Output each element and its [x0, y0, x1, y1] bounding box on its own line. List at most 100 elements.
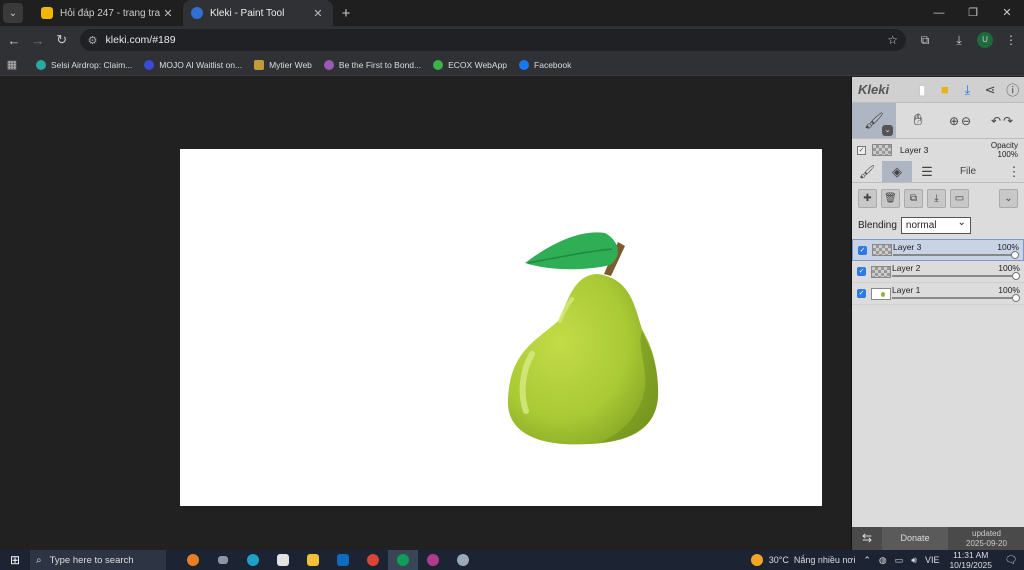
zoom-in-icon[interactable]: ⊕ [949, 114, 961, 128]
profile-avatar[interactable]: U [977, 32, 993, 48]
site-info-icon[interactable]: ⚙ [88, 34, 98, 47]
bookmark-label: MOJO AI Waitlist on... [159, 59, 243, 70]
hand-tool[interactable]: ✋︎ [896, 103, 940, 138]
kleki-logo[interactable]: Kleki [858, 82, 911, 97]
volume-icon[interactable]: 🔊︎ [911, 555, 917, 566]
chevron-down-icon[interactable]: ⌄ [882, 125, 893, 136]
app-chrome-active[interactable] [388, 550, 418, 570]
minimize-icon[interactable]: — [922, 0, 956, 26]
weather-temp[interactable]: 30°C [769, 555, 789, 565]
clock[interactable]: 11:31 AM 10/19/2025 [949, 550, 992, 570]
slider-handle[interactable] [1011, 251, 1019, 259]
download-icon[interactable]: ⤓ [946, 33, 972, 48]
layer-visibility-checkbox[interactable]: ✓ [857, 145, 866, 155]
bookmark-label: ECOX WebApp [448, 59, 508, 70]
new-image-icon[interactable]: ▮ [911, 82, 934, 98]
bookmark-mojo[interactable]: MOJO AI Waitlist on... [144, 59, 243, 70]
blending-label: Blending [858, 219, 897, 231]
reload-icon[interactable]: ↻ [50, 32, 74, 48]
more-options-icon[interactable]: ⋮ [1004, 161, 1024, 182]
halloween-widget[interactable] [178, 550, 208, 570]
bookmark-facebook[interactable]: Facebook [519, 59, 571, 70]
drawing-canvas[interactable] [180, 149, 822, 506]
app-outlook[interactable] [328, 550, 358, 570]
language-indicator[interactable]: VIE [925, 555, 940, 565]
weather-icon[interactable] [750, 554, 763, 566]
layer-visibility-checkbox[interactable]: ✓ [858, 245, 867, 255]
add-layer-icon[interactable]: ✚ [858, 188, 877, 208]
layer-visibility-checkbox[interactable]: ✓ [857, 289, 866, 298]
share-icon[interactable]: ⋖ [979, 82, 1002, 98]
task-view[interactable] [208, 550, 238, 570]
bookmark-mytier[interactable]: Mytier Web [254, 59, 312, 70]
slider-handle[interactable] [1012, 294, 1020, 302]
tab-hoidap[interactable]: Hỏi đáp 247 - trang tra lơi ✕ [33, 0, 183, 26]
layer-row[interactable]: ✓ Layer 3 100% [852, 239, 1024, 261]
app-purple[interactable] [418, 550, 448, 570]
restore-icon[interactable]: ❐ [956, 0, 990, 26]
slider-handle[interactable] [1012, 272, 1020, 280]
new-tab-button[interactable]: + [335, 5, 357, 22]
swap-side-icon[interactable]: ⇆ [852, 527, 882, 550]
donate-button[interactable]: Donate [882, 527, 948, 550]
merge-down-icon[interactable]: ⤓ [927, 188, 946, 208]
redo-icon[interactable]: ↷ [1003, 114, 1015, 128]
chevron-up-icon[interactable]: ⌃ [863, 555, 871, 566]
bookmark-label: Selsi Airdrop: Claim... [51, 59, 133, 70]
app-explorer[interactable] [298, 550, 328, 570]
windows-start-icon[interactable]: ⊞ [0, 553, 30, 567]
taskbar-search[interactable]: ⌕ Type here to search [30, 550, 166, 570]
app-store[interactable] [268, 550, 298, 570]
rename-layer-icon[interactable]: ▭ [950, 188, 969, 208]
brush-tool[interactable]: 🖌︎ ⌄ [852, 103, 896, 138]
layer-row[interactable]: ✓ Layer 1 100% [852, 283, 1024, 305]
chevron-down-icon[interactable]: ⌄ [999, 188, 1018, 208]
address-bar[interactable]: ⚙ kleki.com/#189 ☆ [79, 29, 906, 51]
tab-layers[interactable]: ◈ [882, 161, 912, 182]
help-icon[interactable]: ⓘ [1001, 80, 1024, 99]
forward-icon[interactable]: → [26, 33, 50, 48]
open-folder-icon[interactable]: ■ [933, 82, 956, 97]
save-download-icon[interactable]: ⤓ [956, 82, 979, 98]
undo-icon[interactable]: ↶ [991, 114, 1003, 128]
tab-brush[interactable]: 🖌︎ [852, 161, 882, 182]
apps-grid-icon[interactable]: ▦ [0, 58, 24, 71]
kleki-favicon-icon [191, 7, 203, 19]
app-edge[interactable] [238, 550, 268, 570]
clock-time: 11:31 AM [953, 550, 989, 560]
layer-visibility-checkbox[interactable]: ✓ [857, 267, 866, 276]
duplicate-layer-icon[interactable]: ⧉ [904, 188, 923, 208]
weather-text[interactable]: Nắng nhiều nơi [794, 555, 855, 565]
tab-kleki[interactable]: Kleki - Paint Tool ✕ [183, 0, 333, 26]
battery-icon[interactable]: ▭ [895, 555, 904, 566]
tab-adjust[interactable]: ☰ [912, 161, 942, 182]
layer-name: Layer 1 [892, 285, 921, 295]
browser-menu-icon[interactable]: ⋮ [998, 33, 1024, 47]
bookmark-bond[interactable]: Be the First to Bond... [323, 59, 421, 70]
bookmark-selsi[interactable]: Selsi Airdrop: Claim... [36, 59, 133, 70]
app-chrome[interactable] [358, 550, 388, 570]
tab-file[interactable]: File [942, 161, 994, 182]
blending-select[interactable]: normal [900, 215, 971, 234]
updated-label: updated [972, 529, 1001, 538]
layer-opacity-slider[interactable] [892, 275, 1016, 277]
notification-icon[interactable]: 🗨︎ [998, 555, 1024, 566]
network-icon[interactable]: ◍ [879, 555, 887, 566]
search-placeholder: Type here to search [49, 554, 134, 566]
close-tab-icon[interactable]: ✕ [161, 7, 175, 20]
bookmark-star-icon[interactable]: ☆ [887, 33, 898, 47]
layer-opacity-slider[interactable] [892, 297, 1016, 299]
layer-thumbnail [872, 144, 892, 156]
close-window-icon[interactable]: ✕ [990, 0, 1024, 26]
delete-layer-icon[interactable]: 🗑︎ [881, 188, 900, 208]
app-other[interactable] [448, 550, 478, 570]
bookmark-ecox[interactable]: ECOX WebApp [433, 59, 508, 70]
drawing-workspace[interactable] [0, 77, 851, 550]
back-icon[interactable]: ← [2, 33, 26, 48]
close-tab-icon[interactable]: ✕ [311, 7, 325, 20]
layer-row[interactable]: ✓ Layer 2 100% [852, 261, 1024, 283]
layer-opacity-slider[interactable] [893, 254, 1015, 256]
zoom-out-icon[interactable]: ⊖ [961, 114, 973, 128]
extensions-icon[interactable]: ⧉ [912, 33, 938, 48]
tab-search-button[interactable]: ⌄ [3, 3, 23, 23]
